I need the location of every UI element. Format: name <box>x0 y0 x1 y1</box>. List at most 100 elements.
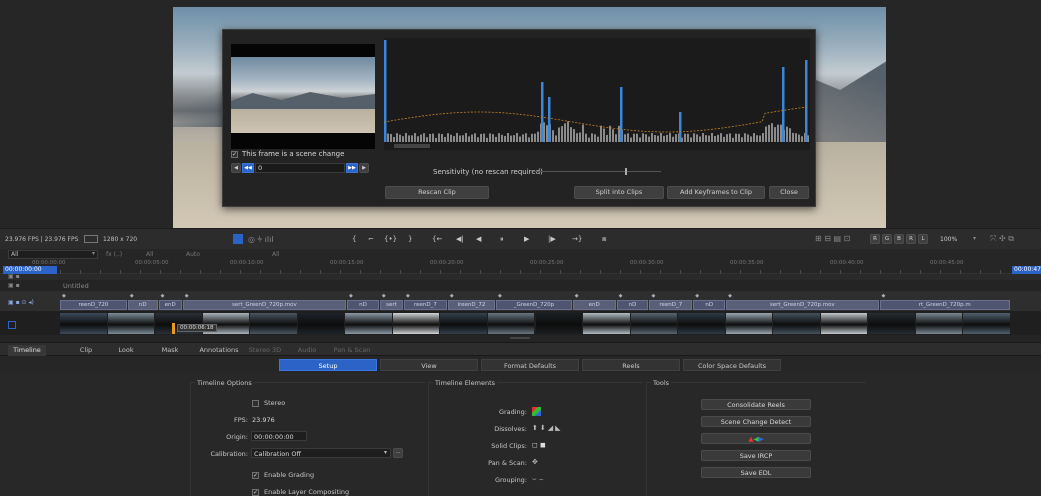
dissolve-icons[interactable]: ⬆⬇◢◣ <box>532 424 563 432</box>
tab-clip[interactable]: Clip <box>72 345 100 356</box>
keyframe-marker[interactable]: ◆ <box>575 293 579 299</box>
timeline-clip[interactable]: sert_GreenD_720p.mov <box>726 300 879 310</box>
playhead[interactable] <box>172 323 175 334</box>
keyframe-marker[interactable]: ◆ <box>185 293 189 299</box>
scene-change-marker[interactable] <box>548 97 551 142</box>
keyframe-marker[interactable]: ◆ <box>695 293 699 299</box>
timeline-clip[interactable]: reenD_720 <box>60 300 127 310</box>
checkbox-icon[interactable]: ✓ <box>231 150 238 158</box>
all-label[interactable]: All <box>146 251 153 258</box>
solid-clip-icons[interactable]: ◻ ◼ <box>532 441 546 449</box>
keyframe-marker[interactable]: ◆ <box>619 293 623 299</box>
subtab-format-defaults[interactable]: Format Defaults <box>481 359 579 371</box>
keyframe-marker[interactable]: ◆ <box>406 293 410 299</box>
timeline-clip[interactable]: reenD_7 <box>649 300 693 310</box>
sensitivity-slider[interactable] <box>533 171 661 172</box>
tab-annotations[interactable]: Annotations <box>197 345 241 356</box>
frame-input[interactable]: 0 <box>255 163 345 173</box>
scene-change-marker[interactable] <box>679 112 682 142</box>
scene-change-graph[interactable] <box>384 38 810 150</box>
monitor-icon[interactable] <box>84 235 98 243</box>
scene-change-marker[interactable] <box>541 82 544 142</box>
pan-scan-icon[interactable]: ✥ <box>532 458 538 466</box>
splitter[interactable] <box>0 335 1041 342</box>
grid-view-icon[interactable] <box>233 234 243 244</box>
prev-scene-button[interactable]: ◀◀ <box>242 163 254 173</box>
timeline-clip[interactable]: nD <box>127 300 158 310</box>
zoom-select[interactable]: 100% <box>940 236 957 243</box>
timeline-clip[interactable]: ireenD_72 <box>447 300 496 310</box>
sensitivity-handle[interactable] <box>625 168 627 175</box>
channel-l-button[interactable]: L <box>918 234 928 244</box>
track-controls[interactable]: ▣ ▪ ⊙ ◂) <box>8 299 34 306</box>
keyframe-marker[interactable]: ◆ <box>349 293 353 299</box>
zoom-chevron-icon[interactable]: ▾ <box>973 235 976 242</box>
timeline-clip[interactable]: nD <box>693 300 726 310</box>
channel-r-button[interactable]: R <box>870 234 880 244</box>
tab-audio[interactable]: Audio <box>291 345 323 356</box>
subtab-view[interactable]: View <box>380 359 478 371</box>
keyframe-marker[interactable]: ◆ <box>450 293 454 299</box>
track-icons[interactable]: ▣ ▪ <box>8 282 20 289</box>
step-forward-icon[interactable]: |▶ <box>548 235 556 243</box>
play-reverse-icon[interactable]: ◀ <box>476 235 481 243</box>
scene-change-checkbox[interactable]: ✓ This frame is a scene change <box>231 149 381 159</box>
overlay-icons[interactable]: ⊞ ⊟ ▤ ⊡ <box>815 234 850 243</box>
subtab-setup[interactable]: Setup <box>279 359 377 371</box>
next-scene-button[interactable]: ▶▶ <box>346 163 358 173</box>
timeline-clip[interactable]: sert <box>379 300 403 310</box>
timeline-ruler[interactable]: 00:00:00:00 00:00:00:00 00:00:05:00 00:00:… <box>0 260 1041 274</box>
tab-timeline[interactable]: Timeline <box>8 345 46 356</box>
rescan-clip-button[interactable]: Rescan Clip <box>385 186 489 199</box>
timeline-clip[interactable]: rt_GreenD_720p.m <box>879 300 1010 310</box>
mark-in-icon[interactable]: { <box>352 235 356 243</box>
loop-icon[interactable]: ⧈ <box>602 235 606 244</box>
pause-icon[interactable]: ⏸ <box>500 235 504 244</box>
fit-icons[interactable]: ⤧ ✣ ⧉ <box>990 234 1014 244</box>
timeline-clip[interactable]: enD <box>572 300 616 310</box>
enable-grading-checkbox[interactable]: ✓ <box>252 472 259 479</box>
keyframe-marker[interactable]: ◆ <box>498 293 502 299</box>
scene-change-marker[interactable] <box>782 67 785 142</box>
grading-color-icon[interactable] <box>532 407 541 416</box>
close-button[interactable]: Close <box>769 186 809 199</box>
splitter-handle[interactable] <box>510 337 530 339</box>
mark-in-clip-icon[interactable]: ⌐ <box>368 235 374 243</box>
consolidate-reels-button[interactable]: Consolidate Reels <box>701 399 811 410</box>
keyframe-marker[interactable]: ◆ <box>130 293 134 299</box>
keyframe-marker[interactable]: ◆ <box>728 293 732 299</box>
channel-b-button[interactable]: B <box>894 234 904 244</box>
go-to-out-icon[interactable]: →} <box>572 235 582 243</box>
keyframe-marker[interactable]: ◆ <box>382 293 386 299</box>
keyframe-marker[interactable]: ◆ <box>651 293 655 299</box>
add-keyframes-button[interactable]: Add Keyframes to Clip <box>667 186 765 199</box>
track-lock-icons[interactable]: ▣ ▪ <box>8 273 20 280</box>
subtab-reels[interactable]: Reels <box>582 359 680 371</box>
tab-look[interactable]: Look <box>112 345 140 356</box>
mark-out-icon[interactable]: } <box>408 235 412 243</box>
next-frame-button[interactable]: ▶ <box>359 163 369 173</box>
split-into-clips-button[interactable]: Split into Clips <box>574 186 664 199</box>
timeline-clip[interactable]: reenD_7 <box>404 300 447 310</box>
save-edl-button[interactable]: Save EDL <box>701 467 811 478</box>
mark-clip-icon[interactable]: {•} <box>384 235 397 243</box>
timeline-clip[interactable]: enD <box>158 300 182 310</box>
scene-change-marker[interactable] <box>805 60 808 142</box>
filter-tools[interactable]: fx (..) <box>106 251 122 258</box>
keyframe-marker[interactable]: ◆ <box>161 293 165 299</box>
subtab-color-space-defaults[interactable]: Color Space Defaults <box>683 359 781 371</box>
timeline-clip[interactable]: _GreenD_720p <box>496 300 572 310</box>
scene-change-detect-button[interactable]: Scene Change Detect <box>701 416 811 427</box>
scene-change-marker[interactable] <box>620 87 623 142</box>
prev-frame-button[interactable]: ◀ <box>231 163 241 173</box>
channel-g-button[interactable]: G <box>882 234 892 244</box>
track-name[interactable]: Untitled <box>63 282 89 290</box>
channel-r2-button[interactable]: R <box>906 234 916 244</box>
calibration-more-button[interactable]: ... <box>393 448 403 458</box>
scene-change-marker[interactable] <box>384 40 387 142</box>
keyframe-marker[interactable]: ◆ <box>62 293 66 299</box>
play-forward-icon[interactable]: ▶ <box>524 235 529 243</box>
calibration-select[interactable]: Calibration Off <box>251 448 391 458</box>
tab-pan-scan[interactable]: Pan & Scan <box>330 345 374 356</box>
keyframe-marker[interactable]: ◆ <box>882 293 886 299</box>
